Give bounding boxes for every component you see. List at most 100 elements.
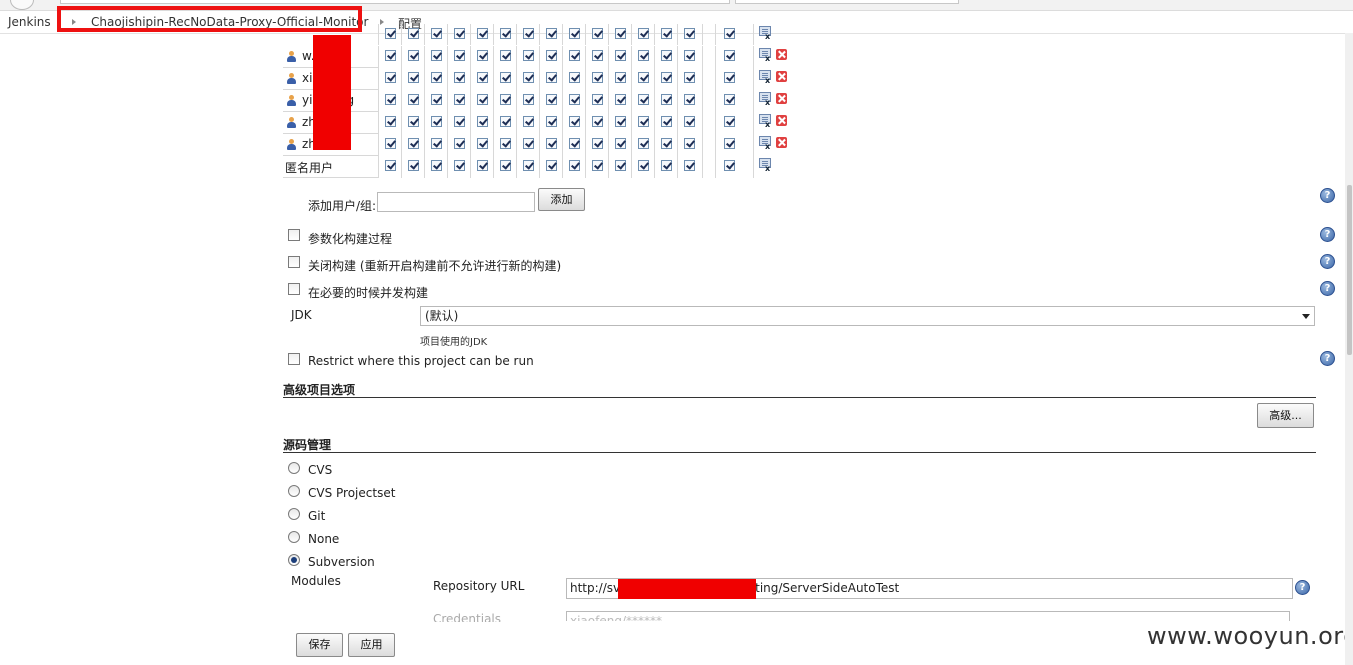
permission-checkbox[interactable] <box>684 94 695 105</box>
apply-button[interactable]: 应用 <box>348 633 395 657</box>
permission-checkbox[interactable] <box>546 138 557 149</box>
permission-checkbox[interactable] <box>408 50 419 61</box>
delete-icon[interactable] <box>776 49 787 60</box>
permission-checkbox[interactable] <box>638 138 649 149</box>
permission-checkbox[interactable] <box>431 116 442 127</box>
permission-checkbox[interactable] <box>638 160 649 171</box>
permission-checkbox[interactable] <box>500 28 511 39</box>
permission-checkbox[interactable] <box>724 160 735 171</box>
credentials-select[interactable]: xiaofeng/****** <box>566 611 1290 621</box>
permission-checkbox[interactable] <box>638 116 649 127</box>
permission-checkbox[interactable] <box>724 50 735 61</box>
delete-icon[interactable] <box>776 71 787 82</box>
permission-checkbox[interactable] <box>592 138 603 149</box>
restrict-checkbox[interactable] <box>288 353 300 365</box>
permission-checkbox[interactable] <box>500 50 511 61</box>
permission-checkbox[interactable] <box>408 72 419 83</box>
toggle-all-icon[interactable]: x <box>759 158 772 173</box>
parameterized-checkbox[interactable] <box>288 229 300 241</box>
permission-checkbox[interactable] <box>724 94 735 105</box>
permission-checkbox[interactable] <box>661 94 672 105</box>
permission-checkbox[interactable] <box>431 138 442 149</box>
permission-checkbox[interactable] <box>408 138 419 149</box>
permission-checkbox[interactable] <box>454 116 465 127</box>
breadcrumb-jenkins[interactable]: Jenkins <box>8 15 51 29</box>
permission-checkbox[interactable] <box>684 28 695 39</box>
permission-checkbox[interactable] <box>569 50 580 61</box>
permission-checkbox[interactable] <box>408 28 419 39</box>
permission-checkbox[interactable] <box>638 94 649 105</box>
permission-checkbox[interactable] <box>523 160 534 171</box>
permission-checkbox[interactable] <box>385 28 396 39</box>
permission-checkbox[interactable] <box>661 50 672 61</box>
permission-checkbox[interactable] <box>477 50 488 61</box>
toggle-all-icon[interactable]: x <box>759 114 772 129</box>
permission-checkbox[interactable] <box>724 116 735 127</box>
add-user-button[interactable]: 添加 <box>538 188 585 211</box>
concurrent-build-checkbox[interactable] <box>288 283 300 295</box>
permission-checkbox[interactable] <box>592 160 603 171</box>
permission-checkbox[interactable] <box>523 28 534 39</box>
permission-checkbox[interactable] <box>615 138 626 149</box>
address-bar[interactable] <box>60 0 730 4</box>
permission-checkbox[interactable] <box>431 160 442 171</box>
permission-checkbox[interactable] <box>408 116 419 127</box>
permission-checkbox[interactable] <box>500 160 511 171</box>
permission-checkbox[interactable] <box>477 72 488 83</box>
permission-checkbox[interactable] <box>523 116 534 127</box>
permission-checkbox[interactable] <box>592 116 603 127</box>
permission-checkbox[interactable] <box>546 160 557 171</box>
permission-checkbox[interactable] <box>684 72 695 83</box>
permission-checkbox[interactable] <box>454 28 465 39</box>
toggle-all-icon[interactable]: x <box>759 92 772 107</box>
permission-checkbox[interactable] <box>661 28 672 39</box>
permission-checkbox[interactable] <box>684 138 695 149</box>
permission-checkbox[interactable] <box>546 50 557 61</box>
save-button[interactable]: 保存 <box>296 633 343 657</box>
permission-checkbox[interactable] <box>684 116 695 127</box>
permission-checkbox[interactable] <box>431 50 442 61</box>
delete-icon[interactable] <box>776 93 787 104</box>
permission-checkbox[interactable] <box>523 94 534 105</box>
permission-checkbox[interactable] <box>569 138 580 149</box>
permission-checkbox[interactable] <box>477 138 488 149</box>
permission-checkbox[interactable] <box>546 94 557 105</box>
permission-checkbox[interactable] <box>523 138 534 149</box>
scm-radio-cvs[interactable] <box>288 462 300 474</box>
search-bar[interactable] <box>735 0 959 4</box>
permission-checkbox[interactable] <box>500 116 511 127</box>
permission-checkbox[interactable] <box>569 160 580 171</box>
permission-checkbox[interactable] <box>454 160 465 171</box>
permission-checkbox[interactable] <box>684 160 695 171</box>
back-button[interactable] <box>10 0 34 10</box>
permission-checkbox[interactable] <box>546 28 557 39</box>
toggle-all-icon[interactable]: x <box>759 70 772 85</box>
scm-radio-subversion[interactable] <box>288 554 300 566</box>
delete-icon[interactable] <box>776 115 787 126</box>
advanced-button[interactable]: 高级... <box>1257 403 1314 428</box>
permission-checkbox[interactable] <box>477 160 488 171</box>
toggle-all-icon[interactable]: x <box>759 26 772 41</box>
permission-checkbox[interactable] <box>724 138 735 149</box>
permission-checkbox[interactable] <box>477 116 488 127</box>
permission-checkbox[interactable] <box>523 72 534 83</box>
permission-checkbox[interactable] <box>500 72 511 83</box>
permission-checkbox[interactable] <box>684 50 695 61</box>
scm-radio-none[interactable] <box>288 531 300 543</box>
scm-radio-git[interactable] <box>288 508 300 520</box>
permission-checkbox[interactable] <box>661 72 672 83</box>
help-icon[interactable]: ? <box>1320 227 1335 242</box>
permission-checkbox[interactable] <box>454 138 465 149</box>
permission-checkbox[interactable] <box>546 72 557 83</box>
permission-checkbox[interactable] <box>385 160 396 171</box>
permission-checkbox[interactable] <box>569 116 580 127</box>
permission-checkbox[interactable] <box>454 72 465 83</box>
permission-checkbox[interactable] <box>385 50 396 61</box>
permission-checkbox[interactable] <box>431 94 442 105</box>
permission-checkbox[interactable] <box>615 72 626 83</box>
permission-checkbox[interactable] <box>454 50 465 61</box>
permission-checkbox[interactable] <box>477 94 488 105</box>
permission-checkbox[interactable] <box>569 94 580 105</box>
permission-checkbox[interactable] <box>615 28 626 39</box>
permission-checkbox[interactable] <box>523 50 534 61</box>
